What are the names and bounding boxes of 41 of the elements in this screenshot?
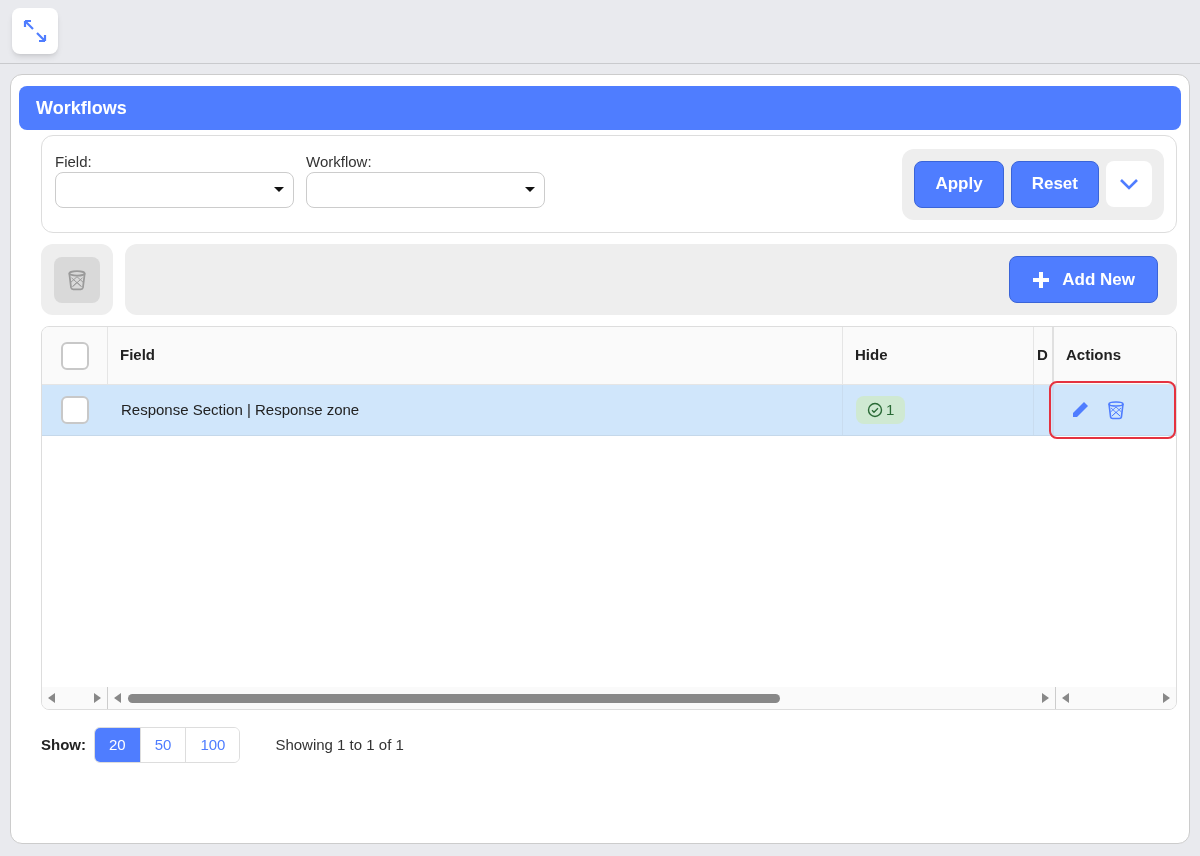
filter-label: Workflow:	[306, 152, 373, 172]
select-field[interactable]	[306, 172, 545, 208]
column-header: Field	[120, 345, 155, 366]
plus-icon	[1032, 270, 1051, 289]
show-label: Show:	[41, 734, 86, 755]
scroll-right-icon[interactable]	[1162, 693, 1170, 703]
checkbox[interactable]	[61, 396, 89, 424]
count-badge: 1	[856, 396, 906, 424]
check-circle-icon	[867, 402, 883, 418]
add-new-button[interactable]: Add New	[1009, 256, 1158, 303]
caret-icon	[274, 187, 284, 193]
trash-icon	[1106, 400, 1126, 420]
scroll-left-icon[interactable]	[1062, 693, 1070, 703]
scroll-left-icon[interactable]	[48, 693, 56, 703]
scrollbar-thumb[interactable]	[128, 693, 780, 703]
checkbox[interactable]	[60, 341, 89, 370]
table-cell-text: Response Section | Response zone	[121, 399, 360, 420]
expand-icon	[22, 18, 48, 44]
panel-title: Workflows	[36, 96, 127, 120]
expand-filters-button[interactable]	[1106, 160, 1152, 207]
select-field[interactable]	[55, 172, 294, 208]
results-summary: Showing 1 to 1 of 1	[275, 734, 404, 755]
filter-button[interactable]: Apply	[914, 160, 1004, 208]
page-size-button[interactable]: 20	[95, 728, 140, 762]
caret-icon	[525, 187, 535, 193]
filter-label: Field:	[55, 152, 93, 172]
delete-button[interactable]	[1106, 400, 1126, 420]
column-header: Hide	[855, 345, 888, 366]
scroll-left-icon[interactable]	[114, 693, 122, 703]
page-size-button[interactable]: 100	[185, 728, 240, 762]
pencil-icon	[1070, 400, 1090, 420]
edit-button[interactable]	[1070, 400, 1090, 420]
trash-icon	[66, 268, 88, 291]
column-header: D	[1037, 345, 1048, 366]
column-header: Actions	[1066, 345, 1121, 366]
chevron-down-icon	[1119, 177, 1139, 190]
scroll-right-icon[interactable]	[1041, 693, 1049, 703]
delete-selected-button[interactable]	[54, 256, 100, 303]
scroll-right-icon[interactable]	[93, 693, 101, 703]
filter-button[interactable]: Reset	[1010, 160, 1099, 208]
expand-button[interactable]	[12, 8, 58, 54]
